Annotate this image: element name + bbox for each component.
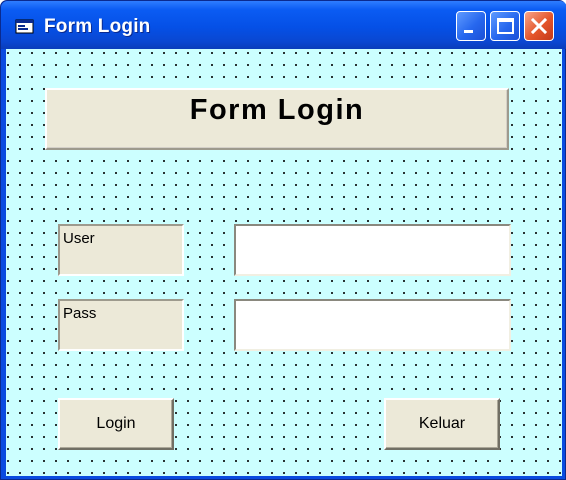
user-label-box: User (58, 224, 184, 276)
maximize-button[interactable] (490, 11, 520, 41)
app-icon (15, 19, 34, 34)
login-button[interactable]: Login (58, 398, 174, 450)
form-header-panel: Form Login (45, 88, 509, 150)
form-header-label: Form Login (189, 94, 365, 126)
user-label: User (63, 230, 95, 247)
minimize-icon (464, 30, 473, 33)
window-title: Form Login (44, 16, 151, 37)
user-input[interactable] (234, 224, 511, 276)
title-bar[interactable]: Form Login (1, 1, 566, 49)
minimize-button[interactable] (456, 11, 486, 41)
pass-label: Pass (63, 305, 97, 322)
exit-button[interactable]: Keluar (384, 398, 500, 450)
pass-label-box: Pass (58, 299, 184, 351)
close-icon (530, 17, 548, 35)
maximize-icon (497, 18, 514, 34)
pass-input[interactable] (234, 299, 511, 351)
close-button[interactable] (524, 11, 554, 41)
